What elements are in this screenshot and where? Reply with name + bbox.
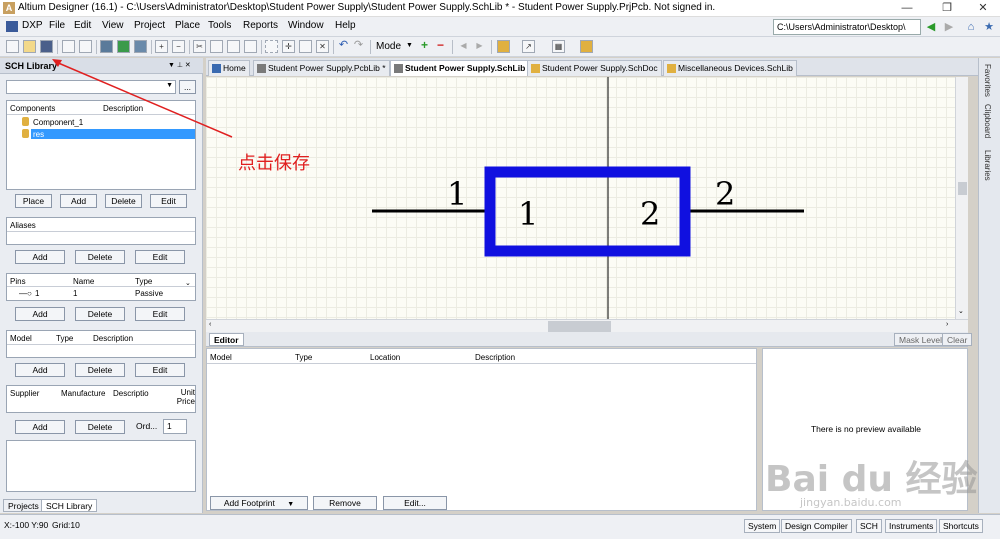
tab-editor[interactable]: Editor (209, 333, 244, 346)
clear-button[interactable]: Clear (942, 333, 973, 346)
sch-button[interactable]: SCH (856, 519, 882, 533)
annotation-text: 点击保存 (238, 153, 310, 174)
edit-footprint-button[interactable]: Edit... (383, 496, 447, 510)
annotation-arrow (55, 61, 233, 138)
tab-libraries[interactable]: Libraries (983, 150, 992, 181)
tab-favorites[interactable]: Favorites (983, 64, 992, 97)
arrow-head-icon (52, 59, 62, 67)
shortcuts-button[interactable]: Shortcuts (939, 519, 983, 533)
preview-text: There is no preview available (810, 424, 922, 434)
watermark-logo: Bai du 经验 (765, 459, 978, 500)
add-footprint-label: Add Footprint (223, 498, 275, 508)
editor-header: Editor Mask Level Clear (206, 332, 973, 347)
cursor-coordinates: X:-100 Y:90 (4, 520, 49, 530)
status-bar: X:-100 Y:90 Grid:10 System Design Compil… (0, 514, 1000, 539)
add-footprint-button[interactable]: Add Footprint ▼ (210, 496, 308, 510)
col-model[interactable]: Model (210, 352, 232, 363)
watermark-url: jingyan.baidu.com (800, 496, 902, 509)
col-type[interactable]: Type (295, 352, 312, 363)
right-side-bar: Favorites Clipboard Libraries (978, 58, 1000, 513)
grid-size: Grid:10 (52, 520, 80, 530)
chevron-down-icon[interactable]: ▼ (287, 501, 294, 508)
remove-button[interactable]: Remove (313, 496, 377, 510)
design-compiler-button[interactable]: Design Compiler (781, 519, 852, 533)
col-location[interactable]: Location (370, 352, 400, 363)
col-description[interactable]: Description (475, 352, 515, 363)
tab-clipboard[interactable]: Clipboard (983, 104, 992, 138)
mask-level-button[interactable]: Mask Level (894, 333, 947, 346)
footprint-grid: Model Type Location Description Add Foot… (206, 348, 757, 511)
system-button[interactable]: System (744, 519, 781, 533)
divider (207, 363, 756, 364)
instruments-button[interactable]: Instruments (885, 519, 938, 533)
